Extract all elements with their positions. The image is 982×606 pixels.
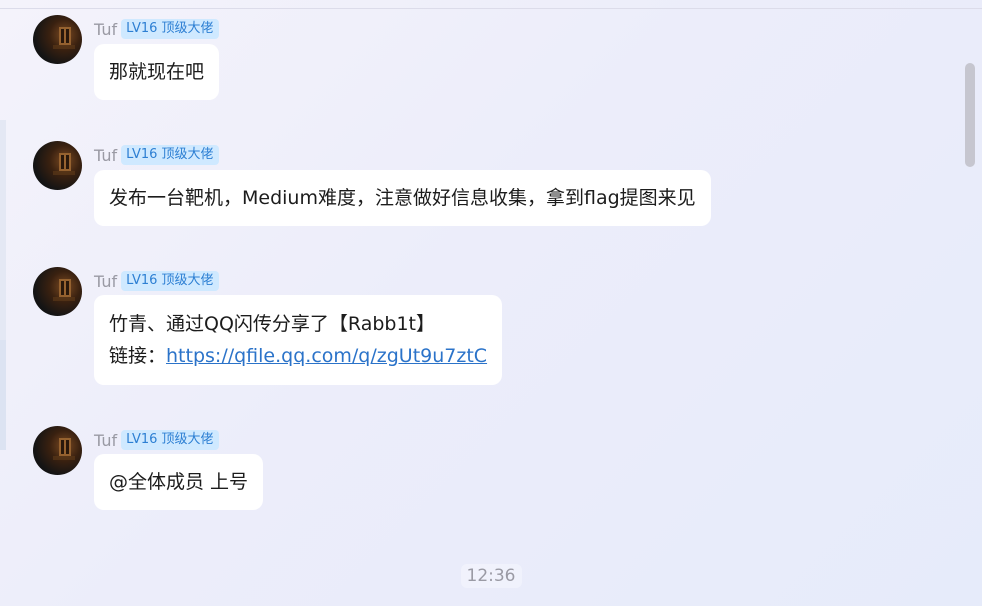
level-badge: LV16 顶级大佬 — [121, 430, 219, 450]
avatar-photo-icon[interactable] — [33, 15, 82, 64]
sender-name[interactable]: Tuf — [94, 272, 117, 291]
scrollbar-thumb[interactable] — [965, 63, 975, 167]
sender-info: Tuf LV16 顶级大佬 — [94, 270, 219, 292]
sender-info: Tuf LV16 顶级大佬 — [94, 144, 219, 166]
level-badge: LV16 顶级大佬 — [121, 19, 219, 39]
message-text: 竹青、通过QQ闪传分享了【Rabb1t】 — [109, 313, 435, 335]
avatar-photo-icon[interactable] — [33, 141, 82, 190]
message-bubble[interactable]: 发布一台靶机，Medium难度，注意做好信息收集，拿到flag提图来见 — [94, 170, 711, 226]
scrollbar[interactable] — [964, 0, 976, 606]
left-edge-strip — [0, 340, 6, 450]
top-divider — [0, 8, 982, 9]
message-bubble[interactable]: @全体成员 上号 — [94, 454, 264, 510]
message-timestamp: 12:36 — [0, 564, 982, 588]
link-line: 链接：https://qfile.qq.com/q/zgUt9u7ztC — [109, 340, 487, 372]
message-bubble[interactable]: 那就现在吧 — [94, 44, 220, 100]
sender-info: Tuf LV16 顶级大佬 — [94, 18, 219, 40]
avatar-photo-icon[interactable] — [33, 426, 82, 475]
message-text: @全体成员 上号 — [109, 471, 249, 493]
avatar-photo-icon[interactable] — [33, 267, 82, 316]
timestamp-label: 12:36 — [460, 564, 522, 588]
link-prefix: 链接： — [109, 345, 167, 367]
sender-name[interactable]: Tuf — [94, 431, 117, 450]
message-text: 发布一台靶机，Medium难度，注意做好信息收集，拿到flag提图来见 — [109, 187, 696, 209]
message-bubble[interactable]: 竹青、通过QQ闪传分享了【Rabb1t】 链接：https://qfile.qq… — [94, 295, 503, 385]
share-link[interactable]: https://qfile.qq.com/q/zgUt9u7ztC — [166, 345, 487, 367]
level-badge: LV16 顶级大佬 — [121, 271, 219, 291]
sender-name[interactable]: Tuf — [94, 146, 117, 165]
left-edge-strip — [0, 120, 6, 340]
chat-message-area[interactable]: Tuf LV16 顶级大佬 那就现在吧 Tuf LV16 顶级大佬 发布一台靶机… — [0, 0, 982, 606]
sender-info: Tuf LV16 顶级大佬 — [94, 429, 219, 451]
sender-name[interactable]: Tuf — [94, 20, 117, 39]
message-text: 那就现在吧 — [109, 61, 205, 83]
level-badge: LV16 顶级大佬 — [121, 145, 219, 165]
